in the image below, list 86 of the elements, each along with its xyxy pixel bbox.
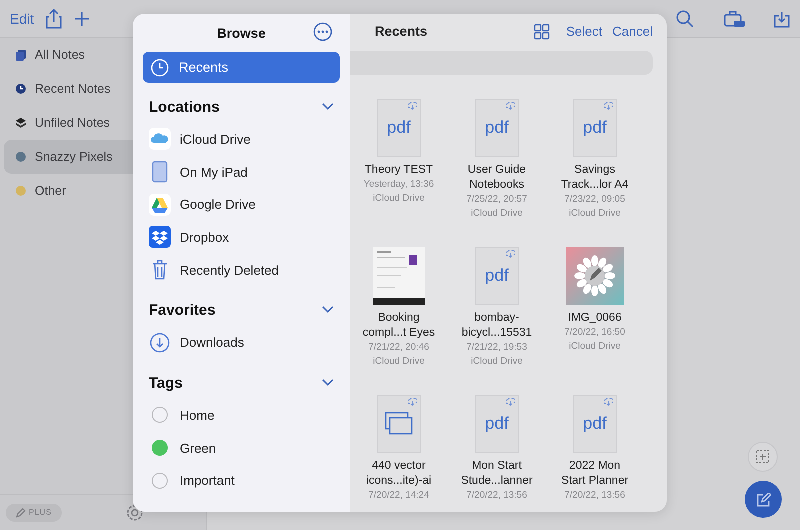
location-item[interactable]: Recently Deleted bbox=[143, 254, 340, 286]
screenshot-thumbnail-drawing[interactable] bbox=[373, 247, 425, 306]
search-field[interactable] bbox=[350, 50, 653, 76]
settings-icon[interactable] bbox=[126, 504, 144, 522]
location-item[interactable]: Google Drive bbox=[143, 188, 340, 222]
file-date: Yesterday, 13:36 bbox=[364, 178, 434, 192]
edit-button[interactable]: Edit bbox=[10, 10, 34, 26]
grid-icon bbox=[534, 24, 550, 40]
document-thumbnail[interactable]: pdf bbox=[377, 99, 421, 158]
tag-item[interactable]: Important bbox=[143, 464, 340, 498]
file-name: Notebooks bbox=[470, 178, 524, 194]
file-name: Booking bbox=[378, 311, 420, 326]
clock-icon bbox=[16, 84, 26, 94]
file-name: IMG_0066 bbox=[568, 311, 622, 326]
file-name: Mon Start bbox=[472, 459, 522, 474]
file-name: bombay- bbox=[474, 311, 520, 326]
recents-item[interactable]: Recents bbox=[143, 52, 340, 83]
file-date: 7/20/22, 16:50 bbox=[564, 326, 626, 340]
file-name: User Guide bbox=[468, 163, 526, 178]
download-icon[interactable] bbox=[774, 10, 790, 28]
file-location: iCloud Drive bbox=[569, 207, 621, 222]
document-thumbnail[interactable]: pdf bbox=[573, 395, 617, 454]
file-name: Savings bbox=[574, 163, 616, 178]
section-header[interactable]: Locations bbox=[143, 95, 340, 119]
dashed-plus-icon bbox=[756, 450, 770, 464]
add-selection-button[interactable] bbox=[748, 442, 778, 472]
document-thumbnail[interactable]: pdf bbox=[475, 99, 519, 158]
pencil-icon bbox=[16, 508, 26, 518]
file-name: 440 vector bbox=[372, 459, 426, 474]
more-button[interactable] bbox=[313, 22, 333, 42]
file-date: 7/21/22, 20:46 bbox=[368, 341, 430, 356]
stack-icon bbox=[16, 118, 26, 128]
section-header[interactable]: Favorites bbox=[143, 298, 340, 322]
document-thumbnail[interactable]: pdf bbox=[573, 99, 617, 158]
tag-item[interactable]: Green bbox=[143, 432, 340, 464]
file-name: Start Planner bbox=[561, 474, 629, 490]
ellipsis-icon bbox=[313, 22, 333, 42]
document-thumbnail[interactable]: pdf bbox=[475, 247, 519, 306]
sheet-title: Browse bbox=[217, 26, 266, 40]
tag-item[interactable]: Home bbox=[143, 399, 340, 432]
tag-circle bbox=[152, 472, 168, 489]
grid-view-button[interactable] bbox=[534, 24, 550, 40]
tag-circle bbox=[152, 407, 168, 424]
file-location: iCloud Drive bbox=[569, 340, 621, 354]
plus-icon[interactable] bbox=[74, 10, 90, 26]
share-icon[interactable] bbox=[46, 8, 62, 28]
file-location: iCloud Drive bbox=[471, 355, 523, 370]
file-location: iCloud Drive bbox=[373, 355, 425, 370]
chevron-down-icon bbox=[322, 379, 334, 388]
location-item[interactable]: Downloads bbox=[143, 326, 340, 360]
location-item[interactable]: Dropbox bbox=[143, 221, 340, 254]
file-name: icons...ite)-ai bbox=[366, 474, 432, 490]
file-location: iCloud Drive bbox=[471, 207, 523, 222]
file-name: compl...t Eyes bbox=[362, 326, 436, 342]
file-name: 2022 Mon bbox=[569, 459, 621, 474]
document-thumbnail[interactable]: pdf bbox=[475, 395, 519, 454]
file-name: Theory TEST bbox=[364, 163, 434, 178]
drive-logo-icon bbox=[149, 194, 171, 216]
file-date: 7/23/22, 09:05 bbox=[564, 193, 626, 208]
chevron-down-icon bbox=[322, 103, 334, 111]
file-name: Track...lor A4 bbox=[561, 178, 629, 194]
compose-button[interactable] bbox=[745, 481, 782, 518]
file-date: 7/25/22, 20:57 bbox=[466, 193, 528, 208]
chevron-down-icon bbox=[322, 306, 334, 314]
sunflower-image-drawing[interactable] bbox=[566, 247, 624, 306]
file-name: Stude...lanner bbox=[461, 474, 533, 490]
clock-icon bbox=[151, 58, 169, 76]
action-link[interactable]: Select bbox=[566, 24, 603, 40]
document-thumbnail[interactable] bbox=[377, 395, 421, 454]
section-header[interactable]: Tags bbox=[143, 371, 340, 396]
stacked-windows-icon bbox=[385, 412, 413, 436]
file-name: bicycl...15531 bbox=[462, 326, 532, 342]
file-location: iCloud Drive bbox=[373, 192, 425, 206]
briefcase-icon[interactable] bbox=[724, 10, 746, 28]
file-date: 7/20/22, 13:56 bbox=[564, 489, 626, 504]
dropbox-icon bbox=[149, 226, 171, 248]
pane-title: Recents bbox=[375, 24, 429, 40]
file-date: 7/20/22, 14:24 bbox=[368, 489, 430, 504]
cloud-icon bbox=[149, 128, 171, 150]
download-circle-icon bbox=[149, 332, 171, 354]
notes-icon bbox=[16, 50, 26, 60]
file-date: 7/20/22, 13:56 bbox=[466, 489, 528, 504]
compose-icon bbox=[756, 492, 770, 506]
file-date: 7/21/22, 19:53 bbox=[466, 341, 528, 356]
search-icon[interactable] bbox=[676, 10, 694, 28]
action-link[interactable]: Cancel bbox=[612, 24, 653, 40]
